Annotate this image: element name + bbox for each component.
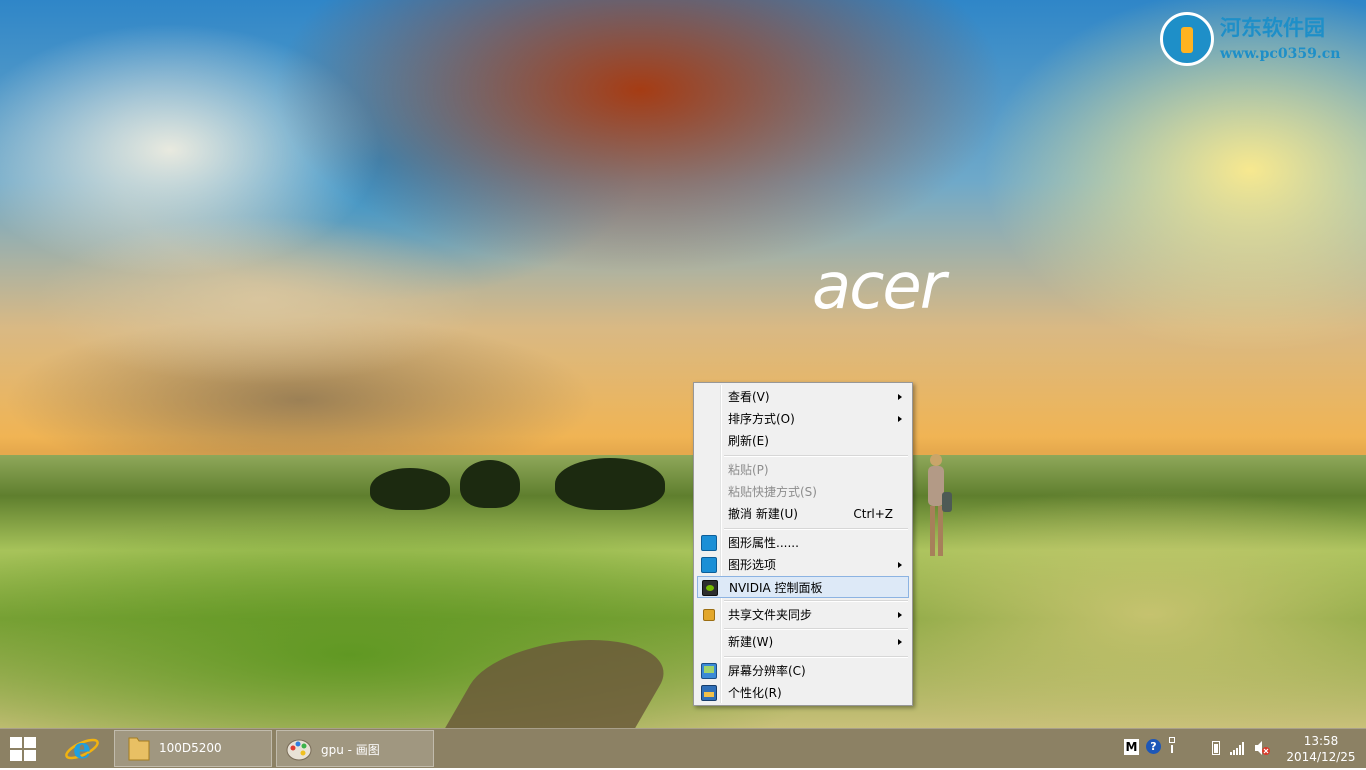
menu-separator (724, 600, 908, 602)
start-button[interactable] (10, 737, 36, 761)
nvidia-icon (702, 580, 718, 596)
internet-explorer-button[interactable]: e (60, 731, 104, 767)
desktop[interactable]: acer 河东软件园 www.pc0359.cn 查看(V) 排序方式(O) 刷… (0, 0, 1366, 728)
menu-item-paste[interactable]: 粘贴(P) (697, 459, 909, 481)
clock[interactable]: 13:58 2014/12/25 (1284, 733, 1358, 765)
pen-icon[interactable] (1168, 737, 1176, 757)
menu-item-view[interactable]: 查看(V) (697, 386, 909, 408)
submenu-arrow-icon (898, 612, 902, 618)
menu-item-label: 粘贴快捷方式(S) (728, 485, 817, 499)
help-icon[interactable]: ? (1146, 739, 1161, 754)
windows-logo-icon (24, 750, 36, 761)
taskbar-button-label: gpu - 画图 (321, 743, 380, 757)
wallpaper-tree (370, 468, 450, 510)
menu-item-sort-by[interactable]: 排序方式(O) (697, 408, 909, 430)
menu-item-label: 撤消 新建(U) (728, 507, 798, 521)
menu-item-shortcut: Ctrl+Z (853, 507, 893, 521)
menu-item-paste-shortcut[interactable]: 粘贴快捷方式(S) (697, 481, 909, 503)
menu-item-nvidia-control-panel[interactable]: NVIDIA 控制面板 (697, 576, 909, 598)
menu-item-graphics-properties[interactable]: 图形属性...... (697, 532, 909, 554)
wallpaper-field (0, 455, 1366, 728)
menu-separator (724, 455, 908, 457)
menu-item-label: 图形选项 (728, 558, 777, 572)
menu-item-screen-resolution[interactable]: 屏幕分辨率(C) (697, 660, 909, 682)
battery-icon[interactable] (1212, 741, 1220, 755)
screen-resolution-icon (701, 663, 717, 679)
wallpaper-tree (460, 460, 520, 508)
watermark-site-name: 河东软件园 (1220, 15, 1325, 40)
menu-item-label: 排序方式(O) (728, 412, 795, 426)
menu-item-graphics-options[interactable]: 图形选项 (697, 554, 909, 576)
intel-graphics-icon (701, 557, 717, 573)
menu-separator (724, 656, 908, 658)
svg-text:e: e (73, 732, 91, 765)
folder-icon (128, 737, 150, 761)
clock-time: 13:58 (1303, 734, 1339, 748)
watermark: 河东软件园 www.pc0359.cn (1160, 10, 1360, 70)
menu-item-label: 粘贴(P) (728, 463, 769, 477)
personalize-icon (701, 685, 717, 701)
menu-item-undo-new[interactable]: 撤消 新建(U) Ctrl+Z (697, 503, 909, 525)
menu-item-label: 图形属性...... (728, 536, 799, 550)
submenu-arrow-icon (898, 394, 902, 400)
menu-item-label: NVIDIA 控制面板 (729, 581, 823, 595)
paint-icon (286, 739, 312, 761)
windows-logo-icon (10, 737, 22, 748)
taskbar-button-label: 100D5200 (159, 741, 222, 755)
acer-logo: acer (812, 250, 946, 324)
menu-separator (724, 628, 908, 630)
windows-logo-icon (10, 750, 22, 761)
taskbar-button-folder[interactable]: 100D5200 (114, 730, 272, 767)
system-tray: M ? 13:58 2014/12/25 (1116, 729, 1366, 769)
sync-folder-icon (703, 609, 715, 621)
wallpaper-tree (555, 458, 665, 510)
ime-indicator[interactable]: M (1124, 739, 1139, 755)
volume-muted-icon[interactable] (1254, 740, 1270, 756)
menu-item-label: 新建(W) (728, 635, 774, 649)
menu-item-label: 屏幕分辨率(C) (728, 664, 806, 678)
submenu-arrow-icon (898, 416, 902, 422)
taskbar: e 100D5200 gpu - 画图 M ? 13:58 2014/12/25 (0, 728, 1366, 768)
internet-explorer-icon: e (65, 732, 99, 765)
taskbar-button-paint[interactable]: gpu - 画图 (276, 730, 434, 767)
menu-item-label: 刷新(E) (728, 434, 769, 448)
menu-item-label: 查看(V) (728, 390, 770, 404)
submenu-arrow-icon (898, 562, 902, 568)
desktop-context-menu: 查看(V) 排序方式(O) 刷新(E) 粘贴(P) 粘贴快捷方式(S) 撤消 新… (693, 382, 913, 706)
menu-item-new[interactable]: 新建(W) (697, 631, 909, 653)
menu-item-refresh[interactable]: 刷新(E) (697, 430, 909, 452)
watermark-logo-icon (1160, 12, 1214, 66)
menu-separator (724, 528, 908, 530)
menu-item-label: 个性化(R) (728, 686, 782, 700)
submenu-arrow-icon (898, 639, 902, 645)
clock-date: 2014/12/25 (1286, 750, 1356, 764)
intel-graphics-icon (701, 535, 717, 551)
menu-item-personalize[interactable]: 个性化(R) (697, 682, 909, 704)
wallpaper-people (928, 454, 952, 556)
menu-item-shared-folder-sync[interactable]: 共享文件夹同步 (697, 604, 909, 626)
signal-icon[interactable] (1230, 741, 1246, 755)
watermark-url: www.pc0359.cn (1220, 46, 1341, 62)
windows-logo-icon (24, 737, 36, 748)
menu-item-label: 共享文件夹同步 (728, 608, 813, 622)
